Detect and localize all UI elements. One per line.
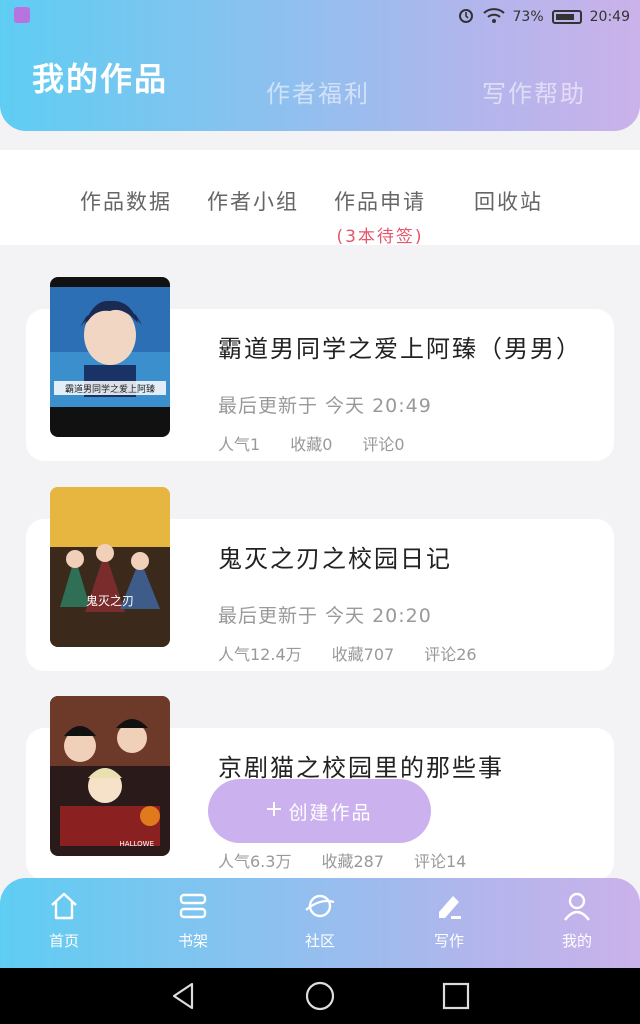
nav-label: 首页 (48, 932, 79, 950)
home-icon (24, 890, 104, 924)
status-left (14, 7, 30, 27)
tab-author-benefits[interactable]: 作者福利 (266, 74, 370, 109)
stat-comments: 评论26 (424, 645, 477, 664)
bottom-navigation: 首页 书架 社区 写作 我的 (0, 878, 640, 968)
work-stats: 人气12.4万 收藏707 评论26 (218, 641, 477, 665)
cover-caption: HALLOWE (120, 840, 154, 848)
nav-home[interactable]: 首页 (24, 890, 104, 951)
back-icon[interactable] (168, 980, 200, 1012)
work-stats: 人气6.3万 收藏287 评论14 (218, 848, 466, 872)
nav-mine[interactable]: 我的 (537, 890, 617, 951)
stat-comments: 评论14 (414, 852, 467, 871)
status-bar: 73% 20:49 (0, 0, 640, 34)
work-stats: 人气1 收藏0 评论0 (218, 431, 405, 455)
work-title[interactable]: 霸道男同学之爱上阿臻（男男） (218, 329, 582, 364)
book-cover-image: 鬼灭之刃 (50, 487, 170, 647)
planet-icon (280, 890, 360, 924)
nav-bookshelf[interactable]: 书架 (153, 890, 233, 951)
subnav-recycle-bin[interactable]: 回收站 (474, 186, 543, 216)
person-icon (537, 890, 617, 924)
nav-label: 写作 (433, 932, 464, 950)
cover-caption: 霸道男同学之爱上阿臻 (65, 383, 155, 395)
nav-label: 书架 (177, 932, 208, 950)
work-card[interactable]: 鬼灭之刃 鬼灭之刃之校园日记 最后更新于 今天 20:20 人气12.4万 收藏… (26, 487, 614, 671)
status-right: 73% 20:49 (457, 6, 630, 28)
alarm-icon (457, 6, 475, 28)
bookshelf-icon (153, 890, 233, 924)
stat-popularity: 人气6.3万 (218, 852, 292, 871)
tab-my-works[interactable]: 我的作品 (32, 54, 168, 100)
stat-favorites: 收藏287 (321, 852, 384, 871)
header: 73% 20:49 我的作品 作者福利 写作帮助 (0, 0, 640, 131)
subnav-label: 作者小组 (207, 190, 299, 214)
app-icon (14, 7, 30, 23)
subnav-label: 作品数据 (80, 190, 172, 214)
work-card[interactable]: 霸道男同学之爱上阿臻 霸道男同学之爱上阿臻（男男） 最后更新于 今天 20:49… (26, 277, 614, 461)
create-work-button[interactable]: 创建作品 (208, 779, 431, 843)
stat-popularity: 人气1 (218, 435, 261, 454)
nav-label: 社区 (304, 932, 335, 950)
header-tabs: 我的作品 作者福利 写作帮助 (0, 60, 640, 116)
book-cover-image: HALLOWE (50, 696, 170, 856)
work-updated: 最后更新于 今天 20:49 (218, 395, 432, 417)
stat-favorites: 收藏0 (290, 435, 333, 454)
home-circle-icon[interactable] (304, 980, 336, 1012)
subnav-work-data[interactable]: 作品数据 (80, 186, 172, 216)
subnav-label: 回收站 (474, 190, 543, 214)
work-title[interactable]: 京剧猫之校园里的那些事 (218, 748, 504, 783)
nav-community[interactable]: 社区 (280, 890, 360, 951)
wifi-icon (482, 7, 505, 27)
stat-popularity: 人气12.4万 (218, 645, 302, 664)
tab-writing-help[interactable]: 写作帮助 (482, 74, 586, 109)
subnav-label: 作品申请 (334, 190, 426, 214)
subnav-work-application[interactable]: 作品申请 (3本待签) (334, 186, 426, 247)
create-work-label: 创建作品 (288, 801, 373, 824)
battery-percent: 73% (512, 9, 544, 25)
battery-icon (551, 10, 582, 24)
nav-label: 我的 (561, 932, 592, 950)
subnav-author-group[interactable]: 作者小组 (207, 186, 299, 216)
nav-write[interactable]: 写作 (409, 890, 489, 951)
cover-caption: 鬼灭之刃 (86, 593, 134, 608)
pending-sign-count: (3本待签) (336, 227, 424, 247)
stat-favorites: 收藏707 (331, 645, 395, 664)
plus-icon (266, 800, 282, 822)
book-cover-image: 霸道男同学之爱上阿臻 (50, 277, 170, 437)
recent-apps-icon[interactable] (440, 980, 472, 1012)
work-title[interactable]: 鬼灭之刃之校园日记 (218, 539, 452, 574)
system-navigation-bar (0, 968, 640, 1024)
stat-comments: 评论0 (362, 435, 405, 454)
status-time: 20:49 (589, 9, 630, 25)
pen-icon (409, 890, 489, 924)
sub-navigation: 作品数据 作者小组 作品申请 (3本待签) 回收站 (0, 150, 640, 247)
work-updated: 最后更新于 今天 20:20 (218, 605, 432, 627)
